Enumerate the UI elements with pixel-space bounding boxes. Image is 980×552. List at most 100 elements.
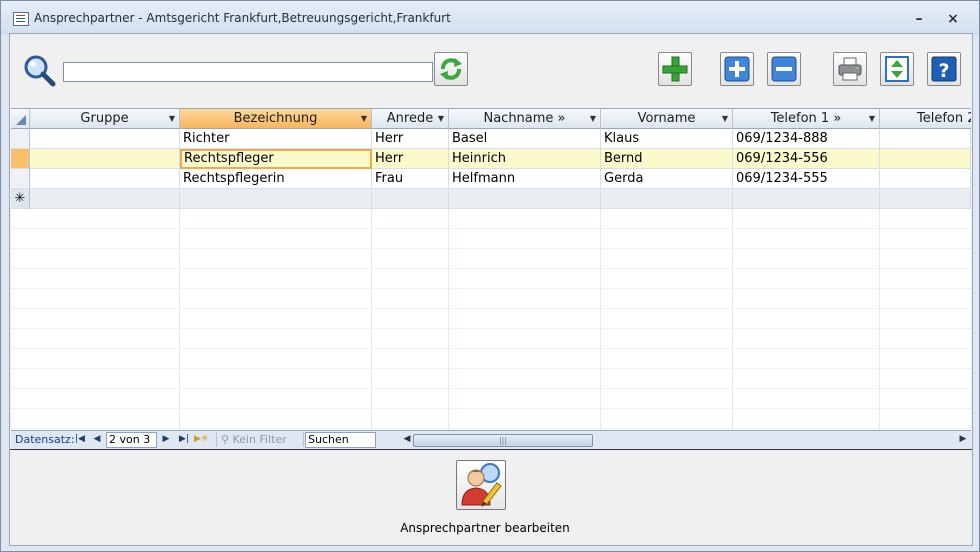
edit-contact-label: Ansprechpartner bearbeiten [400, 521, 570, 535]
column-header-label: Telefon 1 » [770, 111, 842, 126]
column-header-bezeichnung[interactable]: Bezeichnung ▼ [180, 109, 372, 129]
cell-vorname[interactable]: Bernd [601, 149, 733, 169]
zoom-out-button[interactable] [767, 52, 801, 86]
cell-gruppe[interactable] [30, 129, 180, 149]
cell-telefon2[interactable] [880, 129, 971, 149]
row-selector[interactable] [11, 129, 30, 149]
navigation-search-field[interactable]: Suchen [305, 432, 376, 448]
record-navigation-bar: Datensatz: |◀ ◀ 2 von 3 ▶ ▶| ▶✳ ⚲ Kein F… [11, 430, 971, 450]
new-record-button[interactable]: ▶✳ [194, 432, 208, 447]
cell-nachname[interactable]: Heinrich [449, 149, 601, 169]
close-button[interactable]: × [941, 10, 965, 28]
cell-bezeichnung[interactable]: Richter [180, 129, 372, 149]
refresh-icon [440, 58, 462, 80]
previous-record-button[interactable]: ◀ [90, 432, 104, 447]
column-header-label: Gruppe [80, 111, 129, 126]
chevron-down-icon[interactable]: ▼ [722, 109, 728, 128]
cell-telefon1[interactable] [733, 189, 880, 209]
column-header-vorname[interactable]: Vorname ▼ [601, 109, 733, 129]
search-input[interactable] [63, 62, 433, 82]
row-selector-current[interactable] [11, 149, 30, 169]
cell-telefon1[interactable]: 069/1234-555 [733, 169, 880, 189]
column-header-label: Bezeichnung [233, 111, 318, 126]
column-header-label: Vorname [637, 111, 696, 126]
refresh-button[interactable] [434, 52, 468, 86]
sort-button[interactable] [880, 52, 914, 86]
plus-icon [662, 56, 688, 82]
funnel-icon: ⚲ [221, 433, 233, 446]
printer-icon [838, 57, 862, 81]
filter-toggle[interactable]: ⚲ Kein Filter [216, 432, 304, 447]
scroll-thumb[interactable]: ||| [413, 434, 593, 447]
scroll-left-icon[interactable]: ◀ [401, 432, 413, 447]
table-row[interactable]: Richter Herr Basel Klaus 069/1234-888 [30, 129, 971, 149]
column-header-label: Nachname » [483, 111, 566, 126]
app-window: Ansprechpartner - Amtsgericht Frankfurt,… [0, 0, 980, 552]
cell-nachname[interactable] [449, 189, 601, 209]
footer-divider [10, 449, 972, 450]
row-selector[interactable] [11, 169, 30, 189]
record-position-field[interactable]: 2 von 3 [106, 432, 157, 448]
title-bar: Ansprechpartner - Amtsgericht Frankfurt,… [1, 1, 979, 35]
last-record-button[interactable]: ▶| [177, 432, 191, 447]
new-record-marker[interactable]: ✳ [11, 189, 30, 209]
column-header-anrede[interactable]: Anrede ▼ [372, 109, 449, 129]
table-row-current[interactable]: Rechtspfleger Herr Heinrich Bernd 069/12… [30, 149, 971, 169]
cell-anrede[interactable]: Herr [372, 149, 449, 169]
cell-telefon2[interactable] [880, 189, 971, 209]
plus-box-icon [724, 56, 750, 82]
next-record-button[interactable]: ▶ [159, 432, 173, 447]
edit-contact-button[interactable] [456, 460, 506, 510]
first-record-button[interactable]: |◀ [73, 432, 87, 447]
cell-nachname[interactable]: Basel [449, 129, 601, 149]
cell-anrede[interactable]: Frau [372, 169, 449, 189]
column-header-gruppe[interactable]: Gruppe ▼ [30, 109, 180, 129]
horizontal-scrollbar[interactable]: ◀ ||| ▶ [401, 432, 969, 447]
record-label: Datensatz: [15, 433, 75, 446]
cell-anrede[interactable]: Herr [372, 129, 449, 149]
column-header-label: Telefon 2 [917, 111, 971, 126]
help-button[interactable]: ? [927, 52, 961, 86]
cell-anrede[interactable] [372, 189, 449, 209]
print-button[interactable] [833, 52, 867, 86]
svg-text:?: ? [938, 60, 949, 82]
cell-telefon1[interactable]: 069/1234-888 [733, 129, 880, 149]
chevron-down-icon[interactable]: ▼ [361, 109, 367, 128]
cell-vorname[interactable]: Klaus [601, 129, 733, 149]
minus-box-icon [771, 56, 797, 82]
cell-telefon2[interactable] [880, 149, 971, 169]
cell-gruppe[interactable] [30, 169, 180, 189]
add-record-button[interactable] [658, 52, 692, 86]
cell-telefon2[interactable] [880, 169, 971, 189]
cell-vorname[interactable] [601, 189, 733, 209]
cell-vorname[interactable]: Gerda [601, 169, 733, 189]
chevron-down-icon[interactable]: ▼ [169, 109, 175, 128]
column-header-label: Anrede [386, 111, 434, 126]
new-record-row[interactable] [30, 189, 971, 209]
minimize-button[interactable]: – [907, 10, 931, 28]
updown-arrows-icon [885, 56, 909, 82]
cell-nachname[interactable]: Helfmann [449, 169, 601, 189]
form-body: ? Gruppe ▼ Bezeichnung ▼ Anrede ▼ Nachname … [9, 33, 973, 546]
cell-gruppe[interactable] [30, 189, 180, 209]
filter-label: Kein Filter [232, 433, 287, 446]
search-icon [24, 55, 56, 87]
scroll-right-icon[interactable]: ▶ [957, 432, 969, 447]
cell-telefon1[interactable]: 069/1234-556 [733, 149, 880, 169]
zoom-in-button[interactable] [720, 52, 754, 86]
chevron-down-icon[interactable]: ▼ [869, 109, 875, 128]
datasheet-grid: Gruppe ▼ Bezeichnung ▼ Anrede ▼ Nachname » ▼… [11, 108, 971, 431]
cell-bezeichnung-focused[interactable]: Rechtspfleger [180, 149, 372, 169]
chevron-down-icon[interactable]: ▼ [438, 109, 444, 128]
select-all-corner[interactable] [11, 109, 30, 129]
chevron-down-icon[interactable]: ▼ [590, 109, 596, 128]
cell-bezeichnung[interactable]: Rechtspflegerin [180, 169, 372, 189]
column-header-nachname[interactable]: Nachname » ▼ [449, 109, 601, 129]
column-header-telefon2[interactable]: Telefon 2 [880, 109, 971, 129]
cell-bezeichnung[interactable] [180, 189, 372, 209]
table-row[interactable]: Rechtspflegerin Frau Helfmann Gerda 069/… [30, 169, 971, 189]
help-icon: ? [931, 56, 957, 82]
cell-gruppe[interactable] [30, 149, 180, 169]
window-title: Ansprechpartner - Amtsgericht Frankfurt,… [34, 11, 451, 25]
column-header-telefon1[interactable]: Telefon 1 » ▼ [733, 109, 880, 129]
